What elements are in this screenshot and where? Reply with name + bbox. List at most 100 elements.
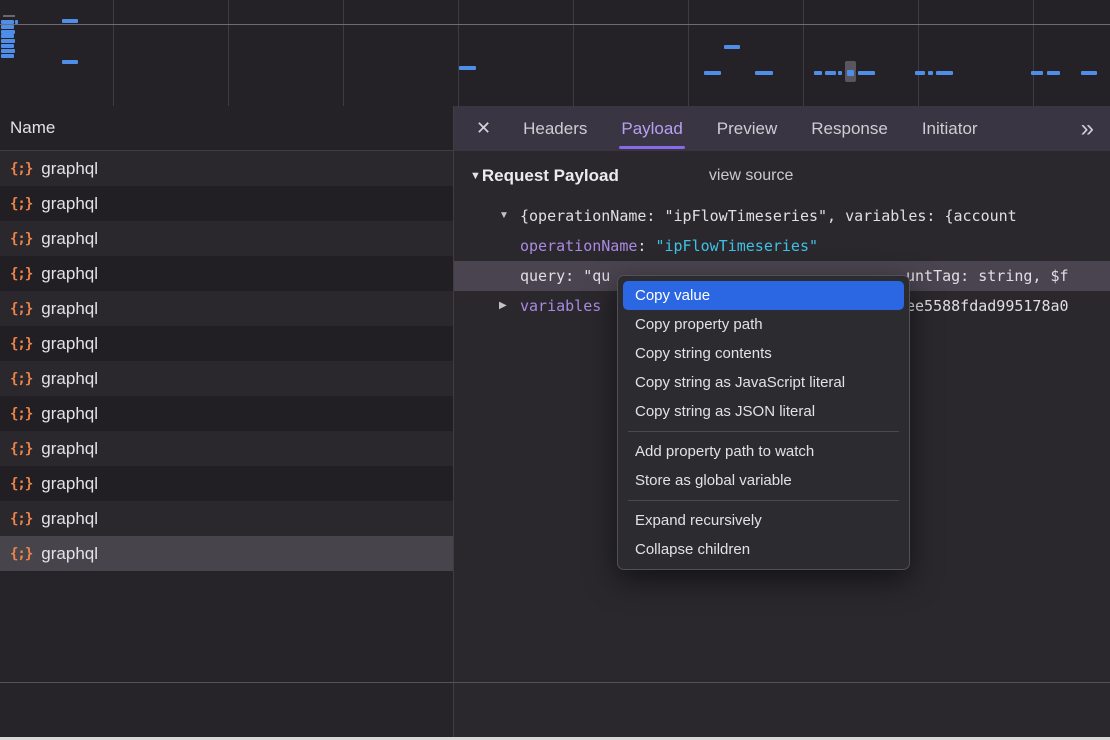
payload-segment-string: "ipFlowTimeseries" bbox=[655, 237, 818, 255]
waterfall-bar bbox=[1, 20, 14, 24]
tab-initiator[interactable]: Initiator bbox=[920, 109, 980, 149]
waterfall-bar bbox=[755, 71, 773, 75]
overview-timeline[interactable] bbox=[0, 0, 1110, 106]
context-menu-item-add-property-path-to-watch[interactable]: Add property path to watch bbox=[623, 437, 904, 466]
request-name-label: graphql bbox=[41, 159, 98, 179]
request-name-label: graphql bbox=[41, 474, 98, 494]
json-braces-icon: {;} bbox=[10, 196, 32, 212]
tab-preview[interactable]: Preview bbox=[715, 109, 779, 149]
waterfall-bar bbox=[15, 20, 18, 24]
tab-payload[interactable]: Payload bbox=[619, 109, 684, 149]
timeline-divider-line bbox=[0, 24, 1110, 25]
payload-segment-plain: {operationName: "ipFlowTimeseries", vari… bbox=[520, 207, 1017, 225]
tab-headers[interactable]: Headers bbox=[521, 109, 589, 149]
timeline-gridline bbox=[228, 0, 229, 106]
request-row[interactable]: {;} graphql bbox=[0, 151, 453, 186]
waterfall-bar bbox=[1, 34, 14, 38]
payload-segment-key: variables bbox=[520, 297, 601, 315]
request-name-label: graphql bbox=[41, 229, 98, 249]
waterfall-bar bbox=[1, 44, 14, 48]
json-braces-icon: {;} bbox=[10, 511, 32, 527]
payload-tree-row[interactable]: ▼ {operationName: "ipFlowTimeseries", var… bbox=[454, 201, 1110, 231]
request-name-label: graphql bbox=[41, 439, 98, 459]
payload-line-text: operationName: "ipFlowTimeseries" bbox=[520, 231, 818, 261]
timeline-gridline bbox=[918, 0, 919, 106]
timeline-gridline bbox=[458, 0, 459, 106]
waterfall-bar bbox=[1, 49, 15, 53]
menu-separator bbox=[628, 431, 899, 432]
details-tabbar: ✕ Headers Payload Preview Response Initiator… bbox=[454, 106, 1110, 151]
json-braces-icon: {;} bbox=[10, 161, 32, 177]
context-menu-item-copy-string-as-json-literal[interactable]: Copy string as JSON literal bbox=[623, 397, 904, 426]
context-menu-item-copy-string-contents[interactable]: Copy string contents bbox=[623, 339, 904, 368]
context-menu-item-store-as-global-variable[interactable]: Store as global variable bbox=[623, 466, 904, 495]
devtools-network-panel: Name {;}graphql{;}graphql{;}graphql{;}gr… bbox=[0, 0, 1110, 740]
request-name-label: graphql bbox=[41, 509, 98, 529]
timeline-marker-bar bbox=[847, 70, 854, 76]
waterfall-bar bbox=[838, 71, 842, 75]
request-row[interactable]: {;}graphql bbox=[0, 256, 453, 291]
waterfall-bar bbox=[1031, 71, 1043, 75]
waterfall-bar bbox=[858, 71, 875, 75]
tab-response[interactable]: Response bbox=[809, 109, 890, 149]
chevron-double-right-icon[interactable]: » bbox=[1081, 119, 1094, 139]
waterfall-bar bbox=[928, 71, 933, 75]
context-menu: Copy valueCopy property pathCopy string … bbox=[617, 275, 910, 570]
payload-line-overflow-text: ee5588fdad995178a0 bbox=[906, 291, 1069, 321]
json-braces-icon: {;} bbox=[10, 546, 32, 562]
request-row[interactable]: {;} graphql bbox=[0, 466, 453, 501]
timeline-gridline bbox=[113, 0, 114, 106]
json-braces-icon: {;} bbox=[10, 336, 32, 352]
json-braces-icon: {;} bbox=[10, 441, 32, 457]
request-row[interactable]: {;} graphql bbox=[0, 431, 453, 466]
payload-line-overflow-text: untTag: string, $f bbox=[906, 261, 1069, 291]
context-menu-item-copy-value[interactable]: Copy value bbox=[623, 281, 904, 310]
waterfall-bar bbox=[704, 71, 721, 75]
json-braces-icon: {;} bbox=[10, 301, 32, 317]
payload-segment-key: operationName bbox=[520, 237, 637, 255]
request-row[interactable]: {;} graphql bbox=[0, 396, 453, 431]
context-menu-item-expand-recursively[interactable]: Expand recursively bbox=[623, 506, 904, 535]
context-menu-item-collapse-children[interactable]: Collapse children bbox=[623, 535, 904, 564]
request-name-label: graphql bbox=[41, 334, 98, 354]
waterfall-bar bbox=[1, 54, 14, 58]
request-name-label: graphql bbox=[41, 264, 98, 284]
menu-separator bbox=[628, 500, 899, 501]
request-row[interactable]: {;}graphql bbox=[0, 221, 453, 256]
payload-segment-plain: query: "qu bbox=[520, 267, 610, 285]
request-list: {;} graphql {;} graphql {;} graphql {;} graphql… bbox=[0, 151, 453, 571]
payload-tree-row[interactable]: operationName: "ipFlowTimeseries" bbox=[454, 231, 1110, 261]
caret-right-icon[interactable]: ▶ bbox=[499, 291, 507, 321]
payload-segment-plain: : bbox=[637, 237, 655, 255]
payload-line-text: query: "qu bbox=[520, 261, 610, 291]
json-braces-icon: {;} bbox=[10, 406, 32, 422]
waterfall-bar bbox=[459, 66, 476, 70]
name-column-header[interactable]: Name bbox=[0, 106, 453, 151]
requests-panel: Name {;}graphql{;}graphql{;}graphql{;}gr… bbox=[0, 106, 454, 740]
waterfall-bar bbox=[62, 60, 78, 64]
waterfall-bar bbox=[915, 71, 925, 75]
waterfall-bar bbox=[825, 71, 836, 75]
waterfall-bar bbox=[1081, 71, 1097, 75]
waterfall-bar bbox=[62, 19, 78, 23]
timeline-gridline bbox=[1033, 0, 1034, 106]
timeline-gridline bbox=[343, 0, 344, 106]
request-name-label: graphql bbox=[41, 404, 98, 424]
request-name-label: graphql bbox=[41, 369, 98, 389]
caret-down-icon[interactable]: ▼ bbox=[499, 201, 509, 231]
request-row[interactable]: {;}graphql bbox=[0, 291, 453, 326]
request-name-label: graphql bbox=[41, 194, 98, 214]
request-row[interactable]: {;} graphql bbox=[0, 186, 453, 221]
waterfall-bar bbox=[724, 45, 740, 49]
timeline-gridline bbox=[803, 0, 804, 106]
json-braces-icon: {;} bbox=[10, 371, 32, 387]
json-braces-icon: {;} bbox=[10, 476, 32, 492]
request-row[interactable]: {;} graphql bbox=[0, 361, 453, 396]
context-menu-item-copy-string-as-javascript-literal[interactable]: Copy string as JavaScript literal bbox=[623, 368, 904, 397]
timeline-tick bbox=[3, 15, 15, 17]
close-icon[interactable]: ✕ bbox=[476, 118, 491, 139]
request-row[interactable]: {;}graphql bbox=[0, 536, 453, 571]
request-row[interactable]: {;} graphql bbox=[0, 501, 453, 536]
context-menu-item-copy-property-path[interactable]: Copy property path bbox=[623, 310, 904, 339]
request-row[interactable]: {;} graphql bbox=[0, 326, 453, 361]
